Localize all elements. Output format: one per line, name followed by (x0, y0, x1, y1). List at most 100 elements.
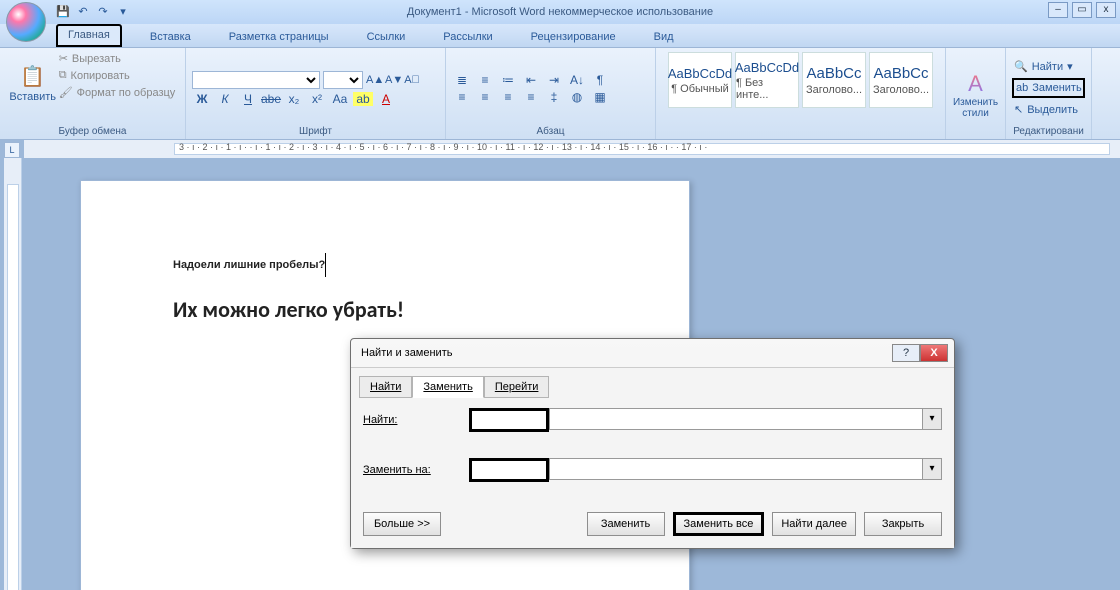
find-next-button[interactable]: Найти далее (772, 512, 856, 536)
bullets-button[interactable]: ≣ (452, 73, 472, 87)
cut-label: Вырезать (72, 53, 121, 65)
paste-label: Вставить (9, 91, 56, 103)
line-spacing-button[interactable]: ‡ (544, 90, 564, 104)
change-styles-button[interactable]: A Изменить стили (952, 71, 999, 119)
numbering-button[interactable]: ≡ (475, 73, 495, 87)
vertical-ruler[interactable] (4, 158, 22, 590)
qat-menu-icon[interactable]: ▾ (116, 5, 130, 19)
tab-mailings[interactable]: Рассылки (433, 28, 502, 47)
replace-row: Заменить на: (363, 458, 942, 482)
borders-button[interactable]: ▦ (590, 90, 610, 104)
tab-page-layout[interactable]: Разметка страницы (219, 28, 339, 47)
group-clipboard-label: Буфер обмена (6, 124, 179, 137)
replace-all-button[interactable]: Заменить все (673, 512, 765, 536)
cut-button[interactable]: ✂Вырезать (59, 52, 176, 65)
highlight-button[interactable]: ab (353, 92, 373, 106)
format-painter-button[interactable]: 🖌Формат по образцу (59, 86, 176, 99)
tab-review[interactable]: Рецензирование (521, 28, 626, 47)
font-color-button[interactable]: A (376, 92, 396, 106)
strike-button[interactable]: abe (261, 92, 281, 106)
style-normal[interactable]: AaBbCcDd ¶ Обычный (668, 52, 732, 108)
redo-icon[interactable]: ↷ (96, 5, 110, 19)
font-name-combo[interactable] (192, 71, 320, 89)
paste-button[interactable]: 📋 Вставить (10, 52, 56, 114)
more-button[interactable]: Больше >> (363, 512, 441, 536)
align-left-button[interactable]: ≡ (452, 90, 472, 104)
doc-line-1: Надоели лишние пробелы? (173, 259, 325, 271)
sort-button[interactable]: A↓ (567, 73, 587, 87)
find-label: Найти (1032, 61, 1063, 73)
find-input-highlight[interactable] (469, 408, 549, 432)
align-center-button[interactable]: ≡ (475, 90, 495, 104)
underline-button[interactable]: Ч (238, 92, 258, 106)
indent-button[interactable]: ⇥ (544, 73, 564, 87)
replace-input-highlight[interactable] (469, 458, 549, 482)
horizontal-ruler[interactable]: 3 · ı · 2 · ı · 1 · ı · · ı · 1 · ı · 2 … (24, 140, 1120, 158)
style-nospacing-label: ¶ Без инте... (736, 77, 798, 101)
style-heading1[interactable]: AaBbCcЗаголово... (802, 52, 866, 108)
style-heading2[interactable]: AaBbCc Заголово... (869, 52, 933, 108)
replace-icon: ab (1016, 82, 1028, 94)
style-preview: AaBbCcDd (668, 66, 732, 81)
shrink-font-icon[interactable]: A▼ (385, 72, 401, 88)
align-right-button[interactable]: ≡ (498, 90, 518, 104)
superscript-button[interactable]: x² (307, 92, 327, 106)
replace-button[interactable]: abЗаменить (1012, 78, 1085, 98)
tab-insert[interactable]: Вставка (140, 28, 201, 47)
find-input[interactable] (549, 408, 942, 430)
justify-button[interactable]: ≡ (521, 90, 541, 104)
office-button[interactable] (6, 2, 46, 42)
replace-input[interactable] (549, 458, 942, 480)
shading-button[interactable]: ◍ (567, 90, 587, 104)
bold-button[interactable]: Ж (192, 92, 212, 106)
group-font-label: Шрифт (192, 124, 439, 137)
replace-one-button[interactable]: Заменить (587, 512, 665, 536)
clear-format-icon[interactable]: А⃠ (404, 72, 420, 88)
find-row: Найти: (363, 408, 942, 432)
chevron-down-icon: ▾ (1067, 60, 1073, 73)
italic-button[interactable]: К (215, 92, 235, 106)
save-icon[interactable]: 💾 (56, 5, 70, 19)
select-button[interactable]: ↖Выделить (1012, 101, 1085, 118)
tab-view[interactable]: Вид (644, 28, 684, 47)
group-clipboard: 📋 Вставить ✂Вырезать ⧉Копировать 🖌Формат… (0, 48, 186, 139)
view-ruler-toggle[interactable]: L (4, 142, 20, 158)
dialog-close-button[interactable]: X (920, 344, 948, 362)
dialog-title: Найти и заменить (361, 347, 452, 359)
copy-button[interactable]: ⧉Копировать (59, 69, 176, 82)
change-styles-label: Изменить стили (952, 97, 999, 119)
ruler-numbers: 3 · ı · 2 · ı · 1 · ı · · ı · 1 · ı · 2 … (179, 142, 707, 152)
minimize-button[interactable]: – (1048, 2, 1068, 18)
close-dialog-button[interactable]: Закрыть (864, 512, 942, 536)
dialog-tab-goto[interactable]: Перейти (484, 376, 550, 398)
style-normal-label: ¶ Обычный (671, 83, 729, 95)
dialog-titlebar[interactable]: Найти и заменить ? X (351, 339, 954, 367)
close-window-button[interactable]: x (1096, 2, 1116, 18)
tab-home[interactable]: Главная (56, 24, 122, 47)
group-styles: AaBbCcDd¶ Обычный AaBbCcDd¶ Без инте... … (656, 48, 946, 139)
document-area: Надоели лишние пробелы? Их можно легко у… (0, 158, 1120, 590)
style-nospacing[interactable]: AaBbCcDd¶ Без инте... (735, 52, 799, 108)
font-size-combo[interactable] (323, 71, 363, 89)
tab-references[interactable]: Ссылки (357, 28, 416, 47)
replace-label: Заменить на: (363, 464, 463, 476)
undo-icon[interactable]: ↶ (76, 5, 90, 19)
change-case-button[interactable]: Aa (330, 92, 350, 106)
multilevel-button[interactable]: ≔ (498, 73, 518, 87)
style-preview: AaBbCc (873, 65, 928, 82)
dialog-help-button[interactable]: ? (892, 344, 920, 362)
dialog-tab-replace[interactable]: Заменить (412, 376, 483, 398)
subscript-button[interactable]: x₂ (284, 92, 304, 106)
outdent-button[interactable]: ⇤ (521, 73, 541, 87)
copy-icon: ⧉ (59, 69, 67, 82)
group-styles-label (662, 135, 939, 137)
show-marks-button[interactable]: ¶ (590, 73, 610, 87)
change-styles-button-group: A Изменить стили (946, 48, 1006, 139)
grow-font-icon[interactable]: A▲ (366, 72, 382, 88)
find-button[interactable]: 🔍Найти▾ (1012, 58, 1085, 75)
dialog-buttons: Больше >> Заменить Заменить все Найти да… (359, 508, 946, 540)
restore-button[interactable]: ▭ (1072, 2, 1092, 18)
ruler-area: L 3 · ı · 2 · ı · 1 · ı · · ı · 1 · ı · … (0, 140, 1120, 158)
dialog-tab-find[interactable]: Найти (359, 376, 412, 398)
style-h2-label: Заголово... (873, 84, 929, 96)
